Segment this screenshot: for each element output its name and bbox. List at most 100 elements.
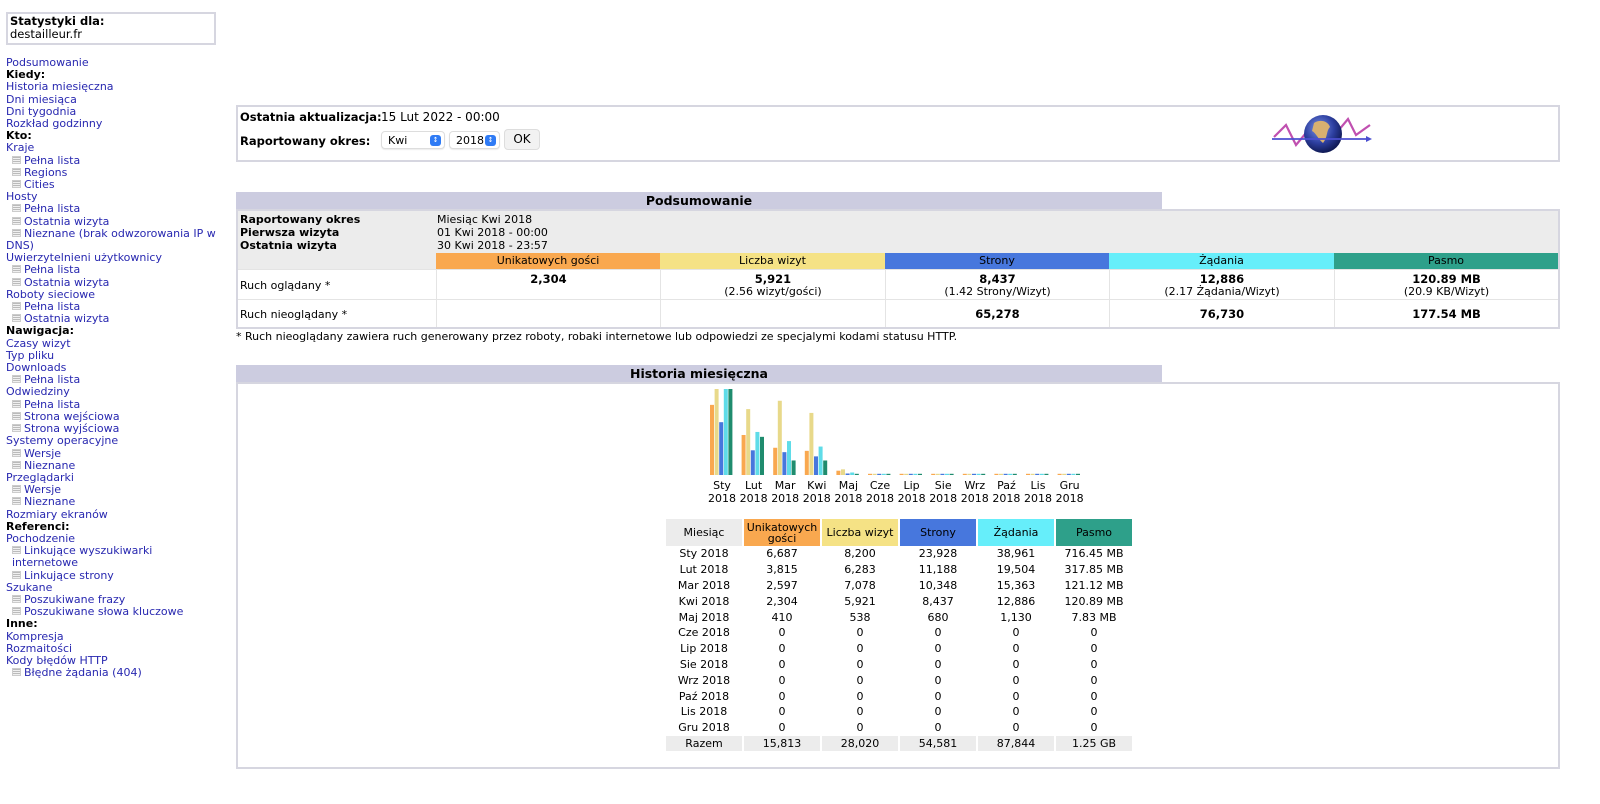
total-visits: 28,020 xyxy=(822,735,898,752)
menu-hosts-unknown[interactable]: Nieznane (brak odwzorowania IP w xyxy=(6,227,221,240)
list-icon xyxy=(12,167,21,176)
cell-visitors: 3,815 xyxy=(766,563,798,577)
menu-errors-404[interactable]: Błędne żądania (404) xyxy=(6,667,221,679)
table-row: Sie 2018 0 0 0 0 0 xyxy=(666,657,1132,673)
total-bandwidth: 1.25 GB xyxy=(1056,735,1132,752)
list-icon xyxy=(12,302,21,311)
not-viewed-pages: 65,278 xyxy=(885,300,1109,327)
month-select-value: Kwi xyxy=(388,134,408,147)
bar-0-4 xyxy=(728,389,733,475)
cell-visits: 0 xyxy=(856,689,864,703)
menu-label: Regions xyxy=(24,165,68,179)
cell-pages: 0 xyxy=(934,657,942,671)
menu-days-of-month[interactable]: Dni miesiąca xyxy=(6,93,221,106)
value: 5,921 xyxy=(754,272,792,286)
ratio: (20.9 KB/Wizyt) xyxy=(1403,285,1490,298)
x-tick-month: Maj xyxy=(838,479,859,492)
bar-1-1 xyxy=(746,409,751,475)
cell-hits: 1,130 xyxy=(1000,610,1032,624)
menu-search-keywords[interactable]: Poszukiwane słowa kluczowe xyxy=(6,606,221,618)
x-tick-month: Gru xyxy=(1059,479,1080,492)
bar-3-3 xyxy=(818,446,823,475)
list-icon xyxy=(12,607,21,616)
cell-visits: 0 xyxy=(856,642,864,656)
info-value: Miesiąc Kwi 2018 xyxy=(437,213,533,226)
menu-hours[interactable]: Rozkład godzinny xyxy=(6,117,221,130)
bar-5-1 xyxy=(872,473,877,475)
bar-6-1 xyxy=(904,473,909,475)
menu-screen-sizes[interactable]: Rozmiary ekranów xyxy=(6,508,221,521)
col-header-bandwidth: Pasmo xyxy=(1334,253,1558,269)
list-icon xyxy=(12,485,21,494)
cell-visitors: 0 xyxy=(778,689,786,703)
chart-bars xyxy=(710,389,1080,475)
th-bandwidth: Pasmo xyxy=(1056,519,1132,546)
x-tick-year: 2018 xyxy=(897,491,926,505)
bar-2-2 xyxy=(782,452,787,475)
table-row: Wrz 2018 0 0 0 0 0 xyxy=(666,672,1132,688)
ok-button[interactable]: OK xyxy=(504,129,540,150)
cell-month: Sty 2018 xyxy=(679,547,729,561)
menu-browsers-unknown[interactable]: Nieznane xyxy=(6,496,221,508)
cell-visitors: 2,304 xyxy=(766,594,798,608)
cell-bandwidth: 0 xyxy=(1090,626,1098,640)
cell-pages: 11,188 xyxy=(918,563,958,577)
value: 76,730 xyxy=(1199,307,1245,321)
cell-visits: 8,200 xyxy=(844,547,876,561)
x-tick-year: 2018 xyxy=(1055,491,1084,505)
cell-hits: 0 xyxy=(1012,657,1020,671)
summary-box: Raportowany okres Miesiąc Kwi 2018 Pierw… xyxy=(236,209,1560,329)
list-icon xyxy=(12,497,21,506)
bar-7-1 xyxy=(935,473,940,475)
bar-9-4 xyxy=(1012,473,1017,475)
bar-5-4 xyxy=(886,473,891,475)
summary-info: Raportowany okres Miesiąc Kwi 2018 Pierw… xyxy=(238,211,1558,253)
list-icon xyxy=(12,180,21,189)
total-month: Razem xyxy=(666,735,742,752)
table-row: Lut 2018 3,815 6,283 11,188 19,504 317.85 MB xyxy=(666,562,1132,578)
menu-referring-sites[interactable]: Linkujące strony xyxy=(6,569,221,582)
menu-label: Linkujące wyszukiwarki internetowe xyxy=(12,544,153,570)
x-tick-month: Lip xyxy=(903,479,920,492)
col-header-pages: Strony xyxy=(885,253,1109,269)
table-row: Mar 2018 2,597 7,078 10,348 15,363 121.12 MB xyxy=(666,578,1132,594)
x-tick-year: 2018 xyxy=(708,491,736,505)
menu-cities[interactable]: Cities xyxy=(6,178,221,191)
table-body: Sty 2018 6,687 8,200 23,928 38,961 716.45 MB L… xyxy=(666,546,1132,752)
x-tick-year: 2018 xyxy=(739,491,768,505)
x-tick-month: Mar xyxy=(774,479,796,492)
x-tick-year: 2018 xyxy=(866,491,894,505)
list-icon xyxy=(12,411,21,420)
menu-label: Pełna lista xyxy=(24,300,81,314)
summary-column-headers: Unikatowych gości Liczba wizyt Strony Żą… xyxy=(238,253,1558,269)
info-value: 01 Kwi 2018 - 00:00 xyxy=(437,226,548,239)
menu-search-engines[interactable]: Linkujące wyszukiwarki internetowe xyxy=(6,544,221,570)
menu-compression[interactable]: Kompresja xyxy=(6,630,221,643)
site-box: Statystyki dla: destailleur.fr xyxy=(6,12,216,45)
bar-11-2 xyxy=(1066,473,1071,475)
cell-bandwidth: 0 xyxy=(1090,642,1098,656)
bar-2-4 xyxy=(791,460,796,475)
menu-label: Ostatnia wizyta xyxy=(24,275,110,289)
info-label: Ostatnia wizyta xyxy=(240,239,337,252)
bar-2-3 xyxy=(787,441,791,475)
list-icon xyxy=(12,155,21,164)
total-hits: 87,844 xyxy=(978,735,1054,752)
cell-visitors: 2,597 xyxy=(766,578,798,592)
cell-bandwidth: 0 xyxy=(1090,689,1098,703)
cell-month: Kwi 2018 xyxy=(678,594,730,608)
month-select[interactable]: Kwi ↕ xyxy=(381,131,445,149)
x-tick-month: Lis xyxy=(1030,479,1046,492)
bar-1-3 xyxy=(755,431,760,475)
bar-4-4 xyxy=(854,473,859,475)
bar-9-0 xyxy=(994,473,999,475)
menu-monthly-history[interactable]: Historia miesięczna xyxy=(6,81,221,93)
year-select[interactable]: 2018 ↕ xyxy=(449,131,500,149)
cell-month: Lip 2018 xyxy=(680,642,728,656)
cell-month: Sie 2018 xyxy=(679,657,729,671)
cell-month: Paź 2018 xyxy=(678,689,730,703)
bar-5-0 xyxy=(868,473,872,475)
cell-visitors: 0 xyxy=(778,642,786,656)
bar-8-0 xyxy=(962,473,967,475)
bar-4-2 xyxy=(845,473,850,475)
